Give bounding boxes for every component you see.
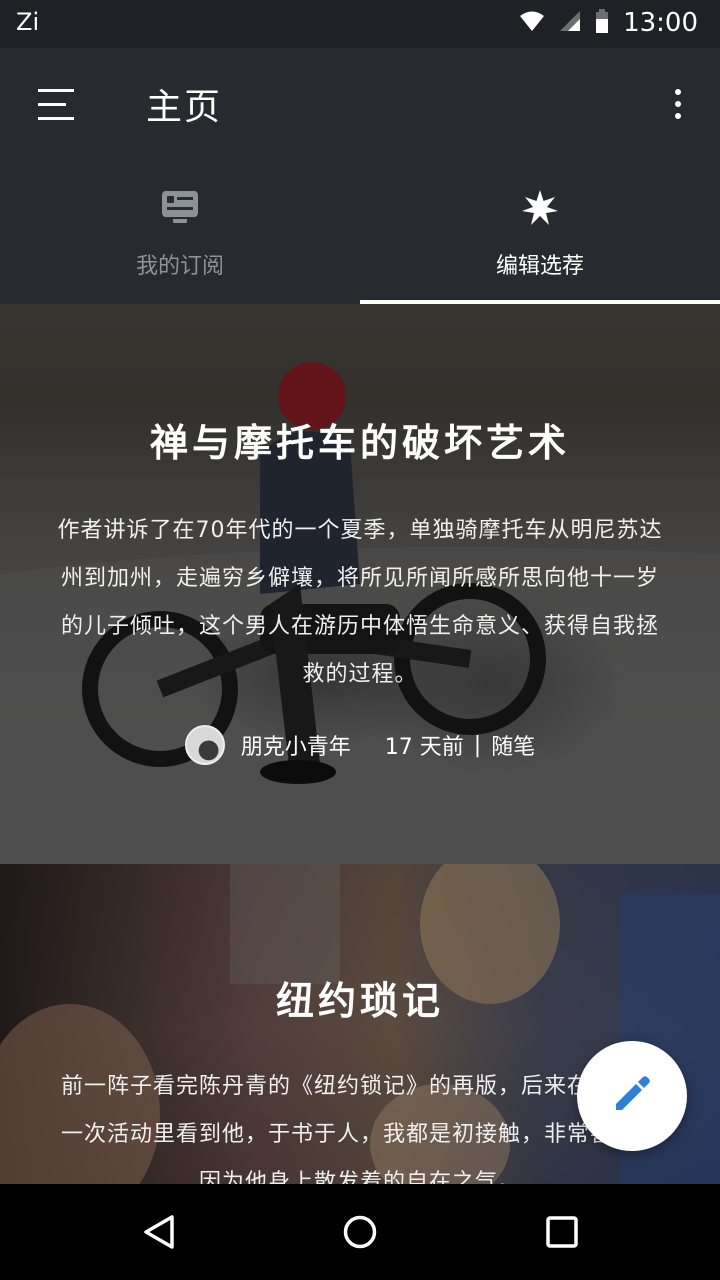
tab-editor-picks[interactable]: 编辑选荐 bbox=[360, 160, 720, 304]
tab-editor-picks-label: 编辑选荐 bbox=[495, 254, 584, 279]
system-nav-bar bbox=[0, 1184, 720, 1280]
tab-my-subscriptions-label: 我的订阅 bbox=[135, 254, 224, 279]
article-card[interactable]: 禅与摩托车的破坏艺术 作者讲诉了在70年代的一个夏季，单独骑摩托车从明尼苏达州到… bbox=[0, 304, 720, 864]
page-title: 主页 bbox=[146, 87, 223, 128]
status-app-label: Zi bbox=[16, 8, 40, 36]
compose-button[interactable] bbox=[577, 1041, 687, 1151]
app-toolbar: 主页 bbox=[0, 48, 720, 160]
hamburger-menu-icon[interactable] bbox=[30, 78, 82, 130]
tab-my-subscriptions[interactable]: 我的订阅 bbox=[0, 160, 360, 304]
author-name[interactable]: 朋克小青年 bbox=[241, 729, 351, 761]
article-meta: 朋克小青年 17 天前 | 随笔 bbox=[0, 725, 720, 765]
pencil-icon bbox=[612, 1074, 652, 1118]
article-category[interactable]: 随笔 bbox=[491, 729, 535, 761]
card-content: 禅与摩托车的破坏艺术 作者讲诉了在70年代的一个夏季，单独骑摩托车从明尼苏达州到… bbox=[0, 304, 720, 765]
post-time: 17 天前 bbox=[384, 735, 464, 760]
wifi-icon bbox=[519, 10, 545, 36]
recent-apps-icon[interactable] bbox=[534, 1204, 590, 1260]
article-title: 纽约琐记 bbox=[275, 979, 444, 1023]
home-icon[interactable] bbox=[332, 1204, 388, 1260]
signal-icon bbox=[559, 10, 581, 36]
article-title: 禅与摩托车的破坏艺术 bbox=[149, 421, 570, 465]
status-icons: 13:00 bbox=[519, 8, 698, 38]
back-icon[interactable] bbox=[132, 1204, 188, 1260]
subscription-icon bbox=[160, 188, 200, 228]
author-avatar[interactable] bbox=[184, 725, 225, 765]
star-burst-icon bbox=[520, 188, 560, 228]
article-description: 前一阵子看完陈丹青的《纽约锁记》的再版，后来在北大的一次活动里看到他，于书于人，… bbox=[60, 1074, 659, 1184]
battery-icon bbox=[595, 9, 609, 37]
tab-bar: 我的订阅 编辑选荐 bbox=[0, 160, 720, 304]
status-bar: Zi 13:00 bbox=[0, 0, 720, 48]
more-options-icon[interactable] bbox=[658, 84, 698, 124]
status-time: 13:00 bbox=[623, 8, 698, 38]
article-description: 作者讲诉了在70年代的一个夏季，单独骑摩托车从明尼苏达州到加州，走遍穷乡僻壤，将… bbox=[57, 518, 663, 687]
meta-separator: | bbox=[473, 732, 482, 758]
